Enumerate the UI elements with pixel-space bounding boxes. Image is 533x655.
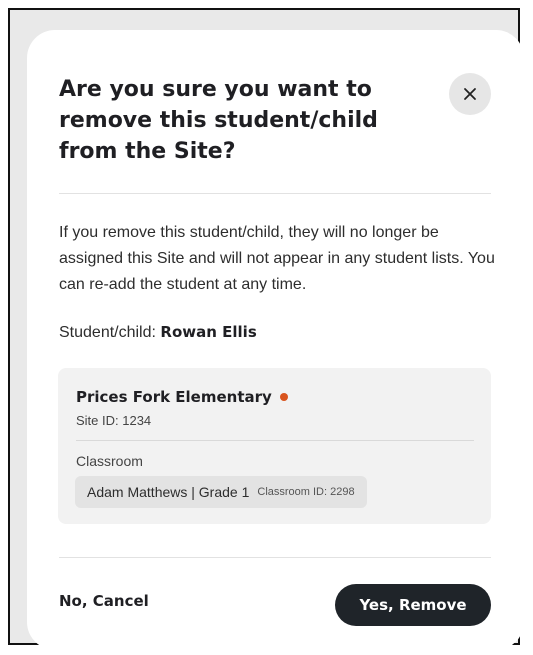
remove-student-dialog: Are you sure you want to remove this stu…	[27, 30, 524, 650]
close-icon	[464, 88, 476, 100]
remove-button[interactable]: Yes, Remove	[335, 584, 491, 626]
site-name-row: Prices Fork Elementary	[76, 388, 288, 406]
footer-divider	[59, 557, 491, 558]
header-divider	[59, 193, 491, 194]
site-id: Site ID: 1234	[76, 413, 152, 428]
dialog-title: Are you sure you want to remove this stu…	[59, 77, 378, 164]
student-label: Student/child:	[59, 324, 156, 341]
classroom-id: Classroom ID: 2298	[257, 486, 355, 498]
dialog-description: If you remove this student/child, they w…	[59, 224, 495, 293]
student-row: Student/child: Rowan Ellis	[59, 323, 257, 342]
card-divider	[76, 440, 474, 441]
screenshot-frame: Are you sure you want to remove this stu…	[8, 8, 524, 650]
close-button[interactable]	[449, 73, 491, 115]
classroom-chip: Adam Matthews | Grade 1 Classroom ID: 22…	[75, 476, 367, 508]
classroom-label: Classroom	[76, 453, 143, 469]
status-dot	[279, 393, 288, 401]
site-card: Prices Fork Elementary Site ID: 1234 Cla…	[58, 368, 491, 524]
student-name: Rowan Ellis	[160, 323, 257, 341]
site-name: Prices Fork Elementary	[76, 388, 272, 406]
cancel-button[interactable]: No, Cancel	[59, 592, 149, 610]
classroom-name: Adam Matthews | Grade 1	[87, 484, 250, 500]
